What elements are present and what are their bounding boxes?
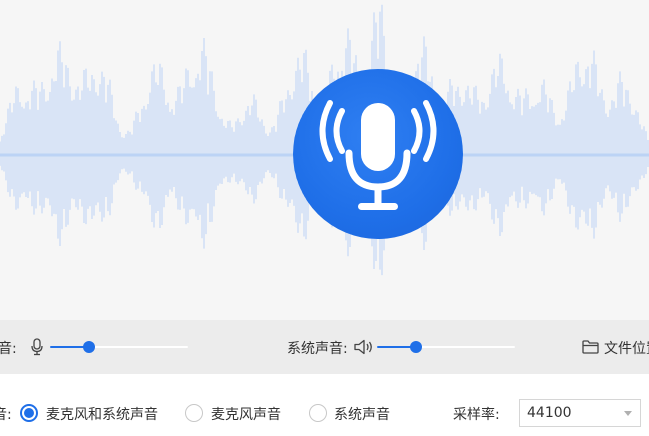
mic-volume-label: 音: [0, 341, 17, 357]
radio-system-only[interactable] [309, 404, 327, 422]
radio-mic-only[interactable] [185, 404, 203, 422]
slider-thumb[interactable] [82, 341, 95, 353]
radio-mic-and-system-label[interactable]: 麦克风和系统声音 [46, 404, 158, 424]
volume-controls-bar: 音: 系统声音: 文件位置 [0, 320, 649, 374]
folder-icon[interactable] [582, 340, 599, 354]
system-volume-label: 系统声音: [287, 341, 348, 357]
slider-thumb[interactable] [409, 341, 422, 353]
sample-rate-select[interactable]: 44100 [519, 399, 641, 427]
recording-hero [0, 0, 649, 320]
record-button[interactable] [293, 69, 463, 239]
mic-volume-slider[interactable] [50, 340, 188, 354]
sample-rate-label: 采样率: [453, 407, 500, 423]
sample-rate-value: 44100 [527, 405, 572, 421]
radio-mic-and-system[interactable] [20, 404, 38, 422]
recording-options: 音: 麦克风和系统声音 麦克风声音 系统声音 采样率: 44100 [0, 374, 649, 436]
file-location-button[interactable]: 文件位置 [604, 338, 649, 358]
radio-mic-only-label[interactable]: 麦克风声音 [211, 404, 281, 424]
speaker-icon [354, 339, 372, 355]
source-label: 音: [0, 407, 12, 423]
microphone-icon [31, 338, 43, 356]
chevron-down-icon [624, 411, 632, 416]
radio-system-only-label[interactable]: 系统声音 [334, 404, 390, 424]
microphone-broadcast-icon [319, 100, 437, 210]
system-volume-slider[interactable] [377, 340, 515, 354]
